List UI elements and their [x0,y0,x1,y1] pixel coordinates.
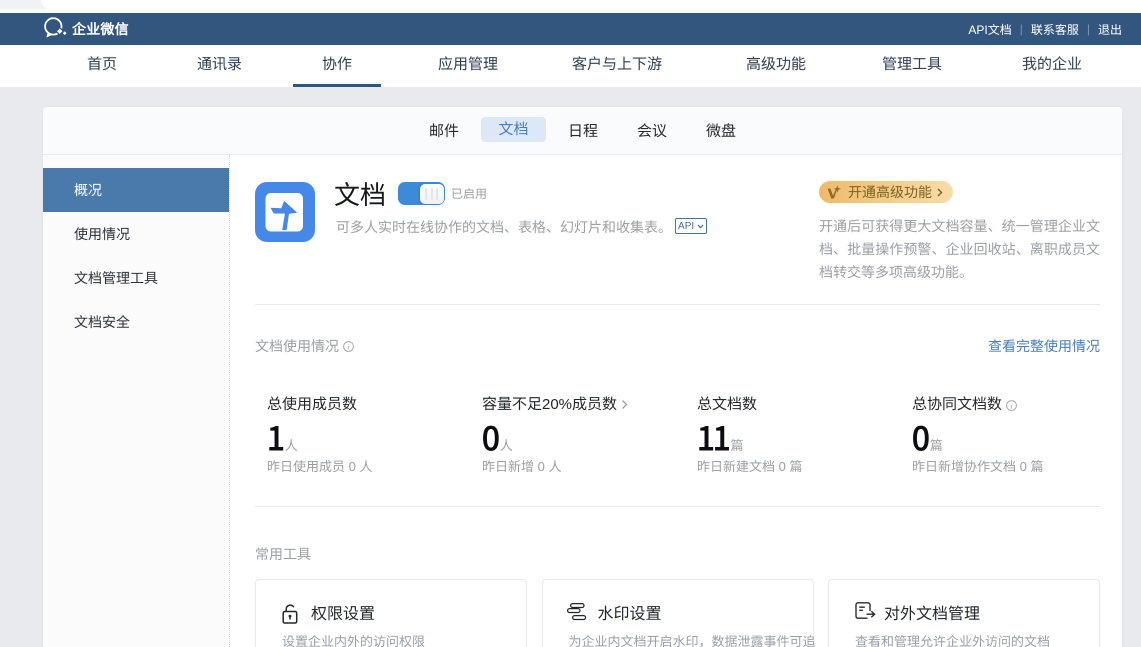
svg-text:i: i [347,342,349,351]
svg-text:i: i [1011,401,1013,410]
